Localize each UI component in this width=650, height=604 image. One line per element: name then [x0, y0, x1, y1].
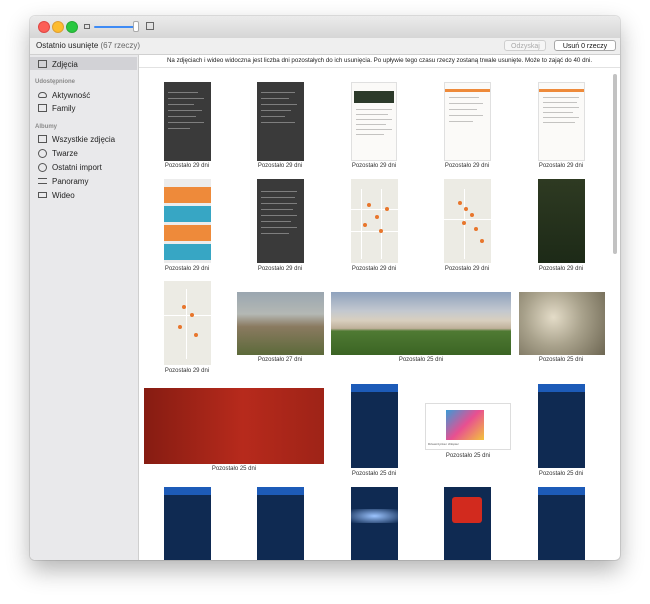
- close-button[interactable]: [38, 21, 50, 33]
- thumbnail-size-slider[interactable]: [94, 26, 138, 28]
- item-count: (67 rzeczy): [100, 41, 141, 50]
- minimize-button[interactable]: [52, 21, 64, 33]
- sidebar-item-label: Zdjęcia: [52, 59, 78, 69]
- slider-knob[interactable]: [133, 21, 139, 32]
- clock-icon: [38, 162, 47, 172]
- thumbnail-blue-app-screen[interactable]: [538, 487, 585, 560]
- days-left-caption: Pozostało 25 dni: [211, 466, 257, 472]
- thumbnail-dark-text-screen[interactable]: [164, 82, 211, 161]
- sidebar-item-panoramas[interactable]: Panoramy: [38, 175, 88, 187]
- sidebar-item-label: Panoramy: [52, 176, 89, 186]
- days-left-caption: Pozostało 29 dni: [164, 266, 210, 272]
- days-left-caption: Pozostało 29 dni: [538, 163, 584, 169]
- thumbnail-blue-app-screen[interactable]: [351, 384, 398, 468]
- days-left-caption: Pozostało 29 dni: [351, 266, 397, 272]
- zoom-button[interactable]: [66, 21, 78, 33]
- shared-album-icon: [38, 104, 47, 112]
- album-title: Ostatnio usunięte (67 rzeczy): [36, 41, 140, 50]
- sidebar-item-all-photos[interactable]: Wszystkie zdjęcia: [38, 133, 115, 145]
- thumbnail-web-screenshot[interactable]: Dziewczynka i chłopiec: [425, 403, 511, 450]
- days-left-caption: Pozostało 27 dni: [257, 357, 303, 363]
- large-thumbnails-icon: [146, 22, 154, 30]
- recover-button[interactable]: Odzyskaj: [504, 40, 546, 51]
- sidebar-item-label: Wideo: [52, 190, 75, 200]
- photos-icon: [38, 60, 47, 68]
- days-left-caption: Pozostało 29 dni: [257, 163, 303, 169]
- faces-icon: [38, 148, 47, 158]
- web-snippet-text: Dziewczynka i chłopiec: [428, 442, 459, 446]
- days-left-caption: Pozostało 29 dni: [164, 163, 210, 169]
- thumbnail-blue-app-screen[interactable]: [257, 487, 304, 560]
- days-left-caption: Pozostało 29 dni: [538, 266, 584, 272]
- sidebar-item-photos[interactable]: Zdjęcia: [38, 58, 78, 70]
- album-name: Ostatnio usunięte: [36, 41, 99, 50]
- sidebar-item-video[interactable]: Wideo: [38, 189, 75, 201]
- sidebar-item-label: Wszystkie zdjęcia: [52, 134, 116, 144]
- thumbnail-map-screen[interactable]: [164, 281, 211, 365]
- albums-heading: Albumy: [35, 124, 58, 130]
- panorama-icon: [38, 178, 47, 184]
- thumbnail-dark-text-screen[interactable]: [257, 82, 304, 161]
- thumbnail-map-screen[interactable]: [444, 179, 491, 263]
- thumbnail-red-image[interactable]: [144, 388, 324, 464]
- thumbnail-forest-photo[interactable]: [538, 179, 585, 263]
- thumbnail-orange-menu-screen[interactable]: [164, 179, 211, 263]
- scrollbar[interactable]: [613, 74, 617, 254]
- delete-button[interactable]: Usuń 0 rzeczy: [554, 40, 616, 51]
- album-icon: [38, 135, 47, 143]
- thumbnail-team-logo-screen[interactable]: [444, 487, 491, 560]
- sidebar-item-label: Twarze: [52, 148, 78, 158]
- thumbnail-orange-text-screen[interactable]: [538, 82, 585, 161]
- sidebar-item-label: Family: [52, 103, 76, 113]
- days-left-caption: Pozostało 25 dni: [538, 357, 584, 363]
- cloud-icon: [38, 92, 47, 98]
- small-thumbnails-icon: [84, 24, 90, 29]
- days-left-caption: Pozostało 25 dni: [398, 357, 444, 363]
- photos-window: Ostatnio usunięte (67 rzeczy) Odzyskaj U…: [30, 16, 620, 560]
- thumbnail-excavation-photo[interactable]: [237, 292, 324, 355]
- days-left-caption: Pozostało 29 dni: [444, 266, 490, 272]
- days-left-caption: Pozostało 29 dni: [351, 163, 397, 169]
- thumbnail-article-screen[interactable]: [351, 82, 397, 161]
- thumbnail-blurred-photo[interactable]: [519, 292, 605, 355]
- album-header: Ostatnio usunięte (67 rzeczy) Odzyskaj U…: [30, 38, 620, 55]
- days-left-caption: Pozostało 29 dni: [444, 163, 490, 169]
- sidebar: Zdjęcia Udostępnione Aktywność Family Al…: [30, 55, 139, 560]
- thumbnail-panorama-photo[interactable]: [331, 292, 511, 355]
- sidebar-item-label: Aktywność: [52, 90, 91, 100]
- days-left-caption: Pozostało 29 dni: [164, 368, 210, 374]
- title-bar: [30, 16, 620, 38]
- sidebar-item-faces[interactable]: Twarze: [38, 147, 78, 159]
- sidebar-item-family[interactable]: Family: [38, 102, 76, 114]
- sidebar-item-activity[interactable]: Aktywność: [38, 89, 90, 101]
- days-left-caption: Pozostało 25 dni: [351, 471, 397, 477]
- video-icon: [38, 192, 47, 198]
- thumbnail-orange-list-screen[interactable]: [444, 82, 491, 161]
- days-left-caption: Pozostało 25 dni: [538, 471, 584, 477]
- sidebar-item-last-import[interactable]: Ostatni import: [38, 161, 102, 173]
- sidebar-item-label: Ostatni import: [52, 162, 102, 172]
- days-left-caption: Pozostało 29 dni: [257, 266, 303, 272]
- thumbnail-blue-app-screen[interactable]: [538, 384, 585, 468]
- thumbnail-space-app-screen[interactable]: [351, 487, 398, 560]
- thumbnail-dark-text-screen[interactable]: [257, 179, 304, 263]
- thumbnail-blue-app-screen[interactable]: [164, 487, 211, 560]
- shared-heading: Udostępnione: [35, 79, 75, 85]
- deletion-info-text: Na zdjęciach i wideo widoczna jest liczb…: [139, 55, 620, 68]
- days-left-caption: Pozostało 25 dni: [445, 453, 491, 459]
- thumbnail-map-screen[interactable]: [351, 179, 398, 263]
